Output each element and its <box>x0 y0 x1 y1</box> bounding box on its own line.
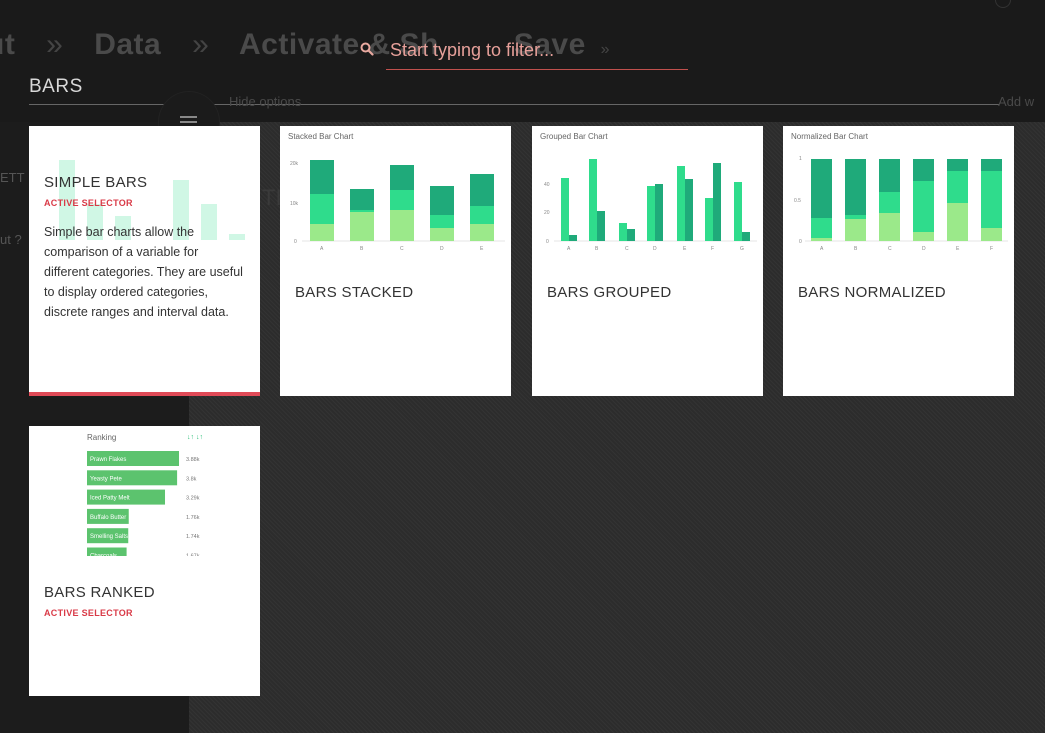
y-tick-label: 0 <box>294 239 297 245</box>
x-tick-label: E <box>683 246 687 252</box>
thumbnail-title: Normalized Bar Chart <box>791 132 869 141</box>
background-label: ETT <box>0 170 25 185</box>
y-tick-label: 0 <box>546 239 549 245</box>
y-tick-label: 20k <box>290 161 299 167</box>
chart-card-bars-normalized[interactable]: Normalized Bar Chart 1 0.5 0 A B C D E F… <box>783 126 1014 396</box>
chart-card-simple-bars[interactable]: SIMPLE BARS ACTIVE SELECTOR Simple bar c… <box>29 126 260 396</box>
x-tick-label: C <box>888 246 892 252</box>
breadcrumb-separator: » <box>192 28 210 61</box>
ranking-label: Prawn Flakes <box>90 457 126 463</box>
ranking-label: Smelling Salts <box>90 534 128 540</box>
y-tick-label: 0 <box>799 239 802 245</box>
page-title: BARS <box>29 76 83 97</box>
y-tick-label: 40 <box>544 182 550 188</box>
sort-icon: ↓↑ ↓↑ <box>187 434 203 441</box>
ranking-value: 3.29k <box>186 496 200 502</box>
chart-card-bars-ranked[interactable]: Ranking ↓↑ ↓↑ Prawn Flakes 3.88k Yeasty Pe… <box>29 426 260 696</box>
search-input[interactable] <box>388 32 682 68</box>
x-tick-label: B <box>595 246 599 252</box>
search-icon <box>360 42 374 56</box>
x-tick-label: E <box>956 246 960 252</box>
thumbnail-title: Grouped Bar Chart <box>540 132 608 141</box>
x-tick-label: B <box>854 246 858 252</box>
y-tick-label: 20 <box>544 210 550 216</box>
add-widget-link[interactable]: Add w <box>998 94 1034 109</box>
normalized-bar-thumbnail: Normalized Bar Chart 1 0.5 0 A B C D E F <box>791 132 1008 252</box>
grouped-bar-thumbnail: Grouped Bar Chart 40 20 0 A B C D E F G <box>540 132 757 252</box>
ranking-label: Charcoals <box>90 554 117 557</box>
ranking-label: Iced Patty Melt <box>90 496 130 502</box>
chart-card-bars-grouped[interactable]: Grouped Bar Chart 40 20 0 A B C D E F G … <box>532 126 763 396</box>
breadcrumb-separator: » <box>46 28 64 61</box>
card-title: BARS NORMALIZED <box>798 284 946 301</box>
thumbnail-title: Stacked Bar Chart <box>288 132 354 141</box>
stacked-bar-thumbnail: Stacked Bar Chart 20k 10k 0 A B C D E <box>288 132 505 252</box>
hamburger-icon <box>180 116 197 118</box>
active-selector-badge: ACTIVE SELECTOR <box>44 198 133 208</box>
card-title: BARS GROUPED <box>547 284 672 301</box>
chart-card-bars-stacked[interactable]: Stacked Bar Chart 20k 10k 0 A B C D E BA… <box>280 126 511 396</box>
hide-options-link[interactable]: Hide options <box>229 94 301 109</box>
background-label: ut ? <box>0 232 22 247</box>
x-tick-label: F <box>711 246 714 252</box>
search-bar <box>360 32 688 70</box>
y-tick-label: 1 <box>799 156 802 162</box>
x-tick-label: G <box>740 246 744 252</box>
x-tick-label: C <box>625 246 629 252</box>
y-tick-label: 10k <box>290 201 299 207</box>
card-description: Simple bar charts allow the comparison o… <box>44 225 243 319</box>
ranking-value: 1.67k <box>186 554 200 557</box>
y-tick-label: 0.5 <box>794 198 801 204</box>
ranking-value: 3.8k <box>186 476 197 482</box>
ranking-value: 1.74k <box>186 534 200 540</box>
x-tick-label: A <box>820 246 824 252</box>
card-title: SIMPLE BARS <box>44 174 148 191</box>
ranking-value: 1.76k <box>186 515 200 521</box>
active-selector-badge: ACTIVE SELECTOR <box>44 608 133 618</box>
ranking-label: Yeasty Pete <box>90 476 122 482</box>
breadcrumb-item[interactable]: Data <box>94 28 161 61</box>
card-title: BARS RANKED <box>44 584 155 601</box>
card-title: BARS STACKED <box>295 284 414 301</box>
ranking-value: 3.88k <box>186 457 200 463</box>
x-tick-label: A <box>320 246 324 252</box>
x-tick-label: D <box>440 246 444 252</box>
ranking-label: Buffalo Butter <box>90 515 126 521</box>
x-tick-label: A <box>567 246 571 252</box>
x-tick-label: F <box>990 246 993 252</box>
breadcrumb-item[interactable]: ut <box>0 28 15 61</box>
x-tick-label: E <box>480 246 484 252</box>
ranked-bar-thumbnail: Ranking ↓↑ ↓↑ Prawn Flakes 3.88k Yeasty Pe… <box>87 433 203 557</box>
x-tick-label: B <box>360 246 364 252</box>
x-tick-label: D <box>922 246 926 252</box>
thumbnail-title: Ranking <box>87 433 116 442</box>
x-tick-label: C <box>400 246 404 252</box>
x-tick-label: D <box>653 246 657 252</box>
